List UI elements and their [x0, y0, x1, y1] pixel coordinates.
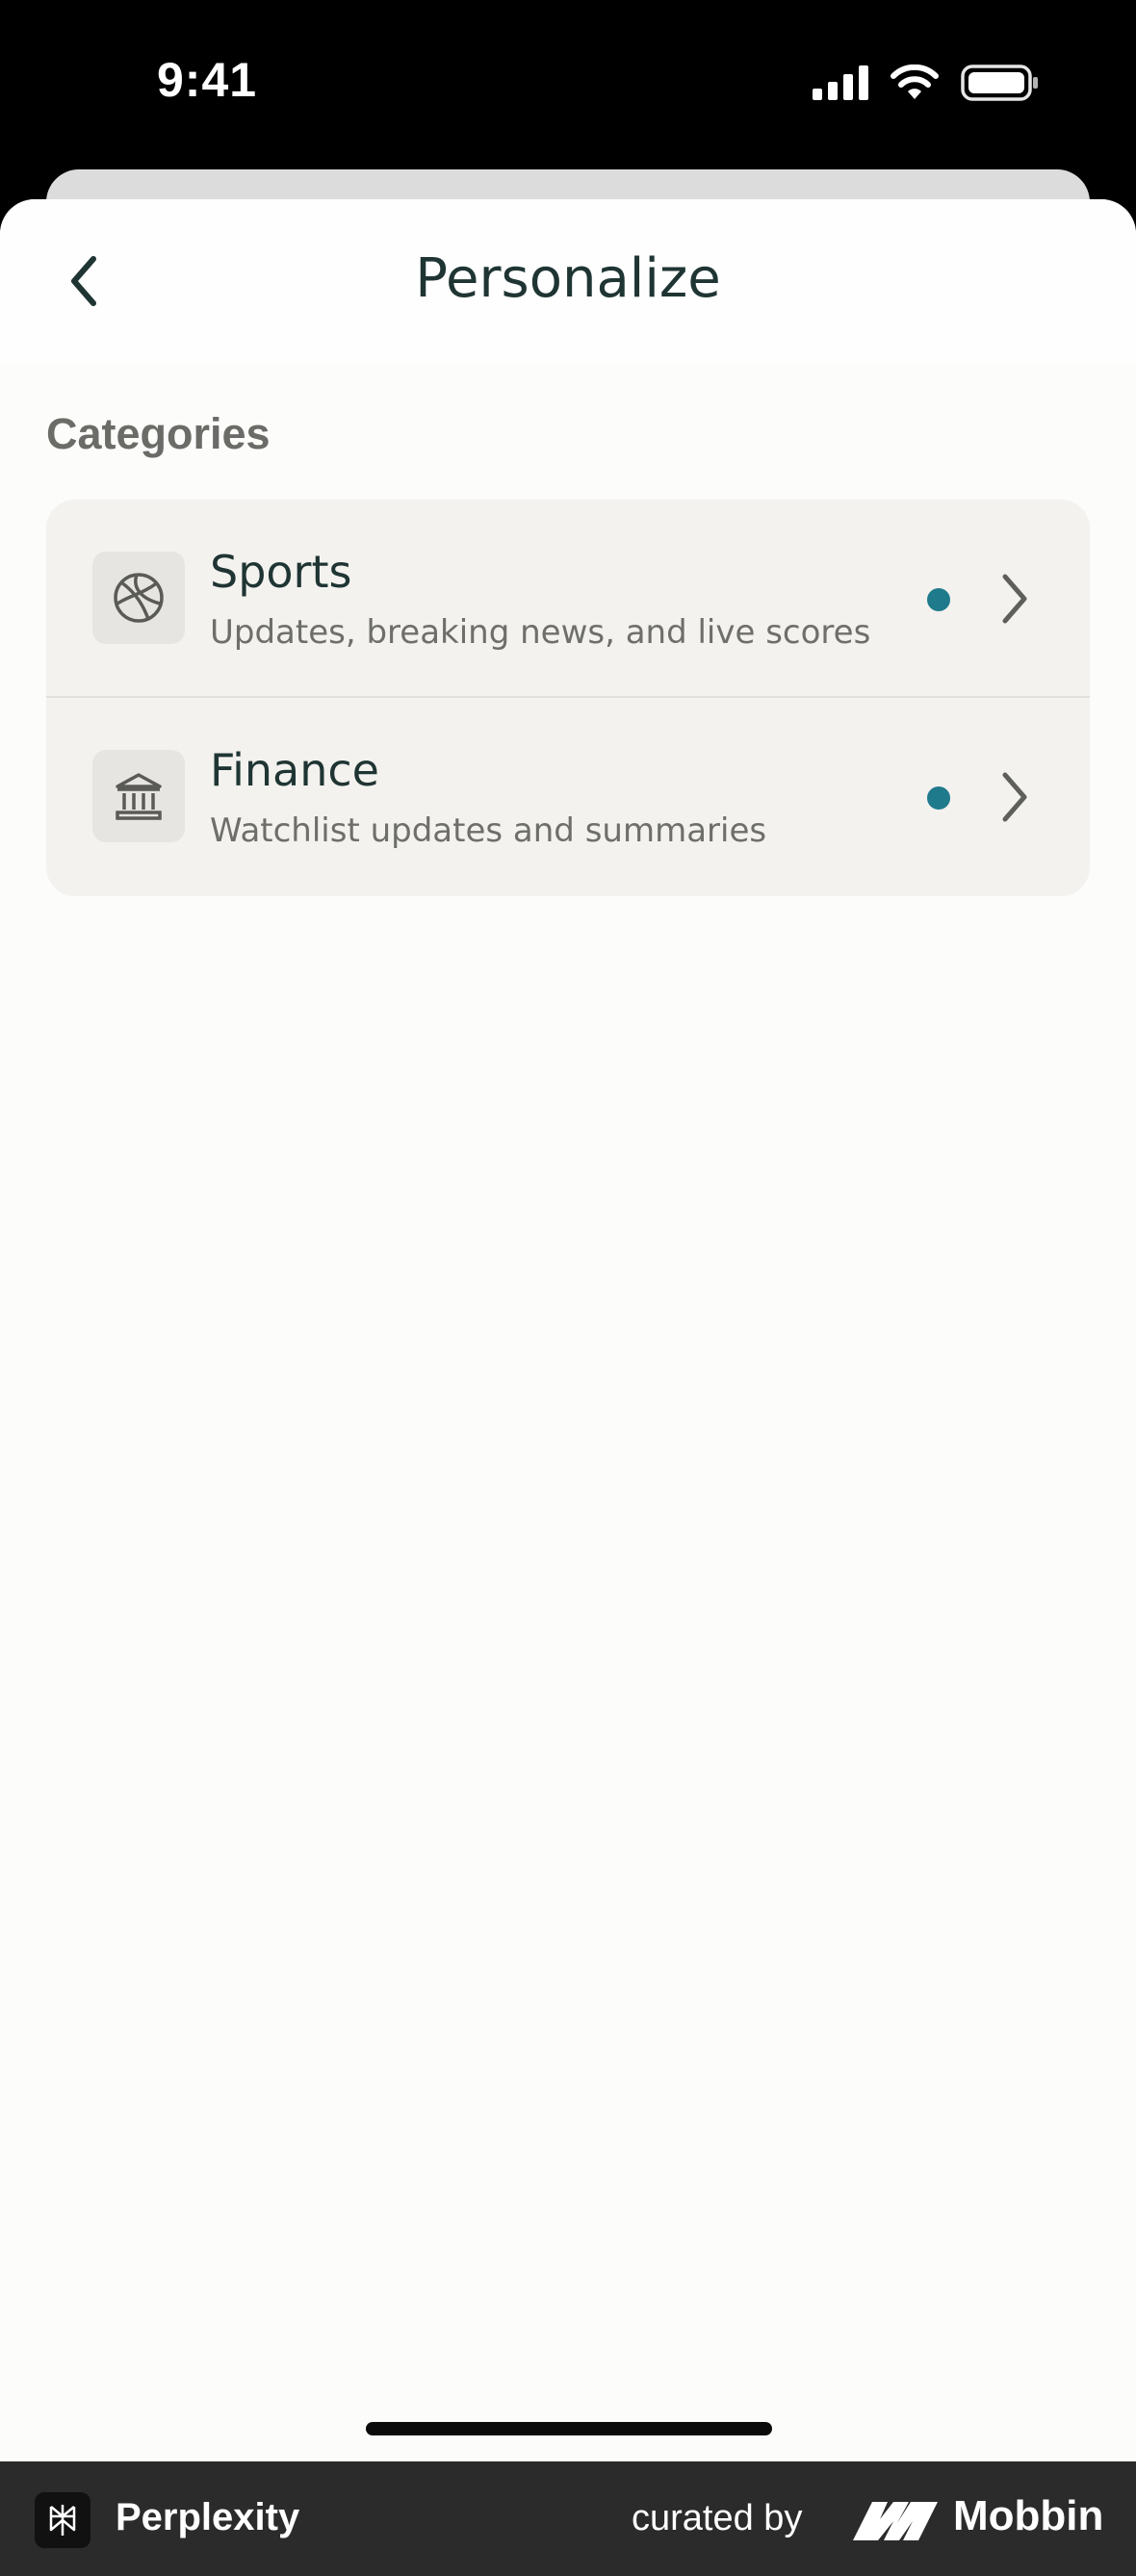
notification-dot [927, 588, 950, 611]
status-icons [813, 64, 1040, 102]
basketball-icon [92, 552, 185, 644]
cellular-signal-icon [813, 65, 868, 100]
mobbin-brand-name: Mobbin [953, 2492, 1104, 2539]
category-subtitle: Watchlist updates and summaries [210, 811, 767, 850]
app-name: Perplexity [116, 2496, 300, 2538]
notification-dot [927, 786, 950, 810]
chevron-right-icon [1002, 772, 1027, 822]
categories-list: Sports Updates, breaking news, and live … [46, 500, 1090, 896]
category-item-finance[interactable]: Finance Watchlist updates and summaries [46, 698, 1090, 896]
wifi-icon [891, 64, 939, 99]
bank-icon [92, 750, 185, 842]
personalize-sheet: Personalize Categories Sports Updates, b… [0, 199, 1136, 2461]
category-title: Sports [210, 546, 352, 598]
category-title: Finance [210, 744, 379, 796]
nav-header: Personalize [0, 199, 1136, 363]
status-time: 9:41 [157, 53, 258, 107]
chevron-right-icon [1002, 574, 1027, 624]
footer-bar: Perplexity curated by Mobbin [0, 2461, 1136, 2576]
categories-heading: Categories [46, 409, 271, 458]
category-subtitle: Updates, breaking news, and live scores [210, 613, 871, 652]
mobbin-logo-icon [853, 2502, 938, 2540]
curated-by-label: curated by [632, 2498, 803, 2538]
page-title: Personalize [415, 247, 721, 310]
category-item-sports[interactable]: Sports Updates, breaking news, and live … [46, 500, 1090, 698]
home-indicator [366, 2422, 772, 2435]
battery-icon [961, 64, 1038, 101]
status-bar: 9:41 [0, 0, 1136, 183]
perplexity-logo-icon [35, 2492, 90, 2548]
app-screen: 9:41 Personalize Categories Sports Updat… [0, 0, 1136, 2576]
